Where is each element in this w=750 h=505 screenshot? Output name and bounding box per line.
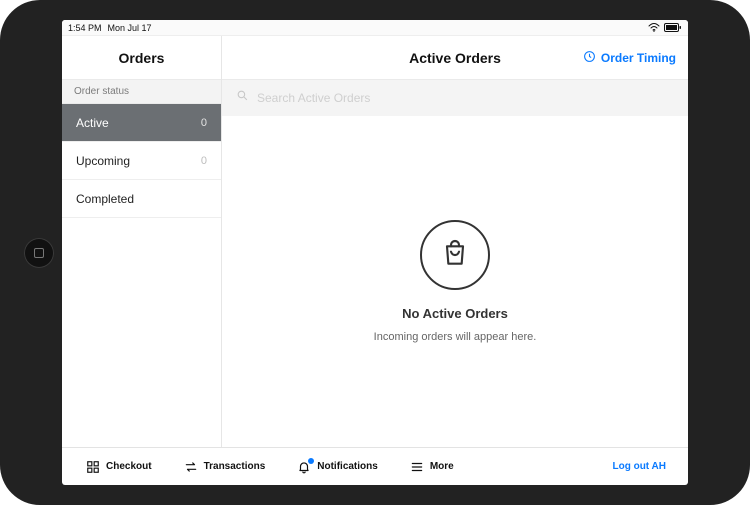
empty-state-title: No Active Orders <box>402 306 508 321</box>
wifi-icon <box>648 23 660 32</box>
sidebar-item-label: Upcoming <box>76 154 130 168</box>
status-date: Mon Jul 17 <box>108 23 152 33</box>
tab-label: Transactions <box>204 461 266 472</box>
tab-label: More <box>430 461 454 472</box>
bottom-tab-bar: Checkout Transactions Notifications <box>62 447 688 485</box>
empty-state-subtitle: Incoming orders will appear here. <box>374 331 537 343</box>
tab-checkout[interactable]: Checkout <box>72 448 166 485</box>
sidebar-item-completed[interactable]: Completed <box>62 180 221 218</box>
search-input[interactable] <box>257 91 674 105</box>
search-bar[interactable] <box>222 80 688 116</box>
tab-label: Notifications <box>317 461 378 472</box>
sidebar-item-count: 0 <box>201 155 207 167</box>
notification-dot <box>308 458 314 464</box>
screen: 1:54 PM Mon Jul 17 Orders Order status A… <box>62 20 688 485</box>
tab-more[interactable]: More <box>396 448 468 485</box>
home-button[interactable] <box>24 238 54 268</box>
order-timing-button[interactable]: Order Timing <box>583 36 676 79</box>
tab-notifications[interactable]: Notifications <box>283 448 392 485</box>
main-header: Active Orders Order Timing <box>222 36 688 80</box>
status-time: 1:54 PM <box>68 23 102 33</box>
search-icon <box>236 89 249 107</box>
sidebar: Orders Order status Active 0 Upcoming 0 … <box>62 36 222 447</box>
sidebar-title: Orders <box>62 36 221 80</box>
menu-icon <box>410 460 424 474</box>
logout-label: Log out AH <box>612 461 666 472</box>
shopping-bag-icon <box>439 237 471 274</box>
tablet-frame: 1:54 PM Mon Jul 17 Orders Order status A… <box>0 0 750 505</box>
tab-label: Checkout <box>106 461 152 472</box>
sidebar-item-active[interactable]: Active 0 <box>62 104 221 142</box>
tab-transactions[interactable]: Transactions <box>170 448 280 485</box>
page-title: Active Orders <box>409 50 501 66</box>
empty-state-icon-circle <box>420 220 490 290</box>
grid-icon <box>86 460 100 474</box>
sidebar-section-label: Order status <box>62 80 221 104</box>
clock-icon <box>583 50 596 66</box>
empty-state: No Active Orders Incoming orders will ap… <box>222 116 688 447</box>
logout-button[interactable]: Log out AH <box>600 461 678 472</box>
sidebar-item-label: Active <box>76 116 109 130</box>
bell-icon <box>297 460 311 474</box>
sidebar-item-label: Completed <box>76 192 134 206</box>
main-panel: Active Orders Order Timing <box>222 36 688 447</box>
sidebar-item-count: 0 <box>201 117 207 129</box>
battery-icon <box>664 23 682 32</box>
sidebar-item-upcoming[interactable]: Upcoming 0 <box>62 142 221 180</box>
status-bar: 1:54 PM Mon Jul 17 <box>62 20 688 36</box>
order-timing-label: Order Timing <box>601 51 676 65</box>
transfer-icon <box>184 460 198 474</box>
